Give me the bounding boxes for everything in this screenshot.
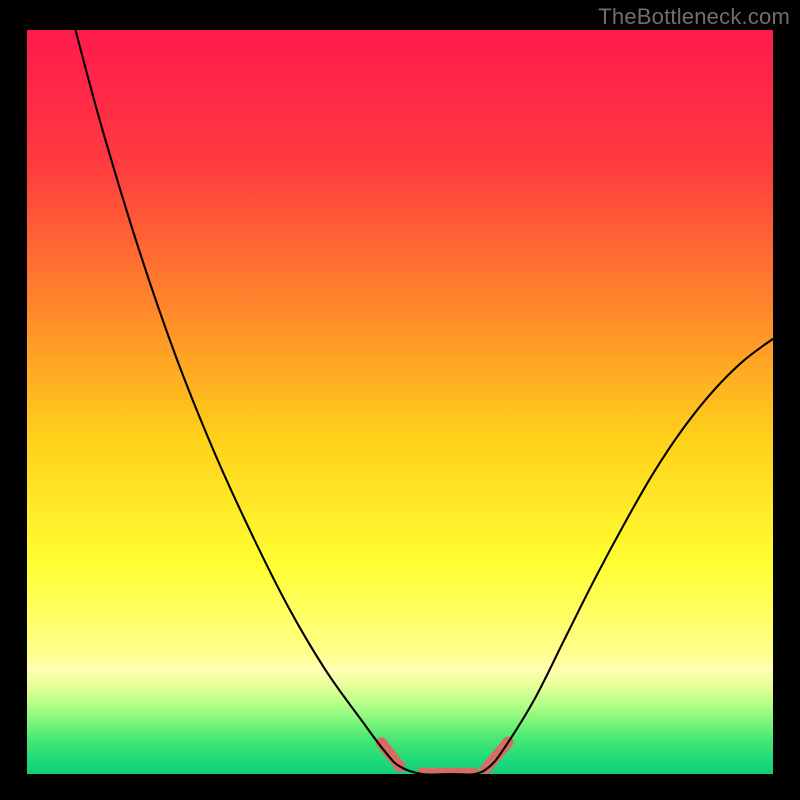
bottleneck-chart <box>0 0 800 800</box>
watermark-text: TheBottleneck.com <box>598 4 790 30</box>
gradient-background <box>27 30 773 774</box>
chart-frame: TheBottleneck.com <box>0 0 800 800</box>
